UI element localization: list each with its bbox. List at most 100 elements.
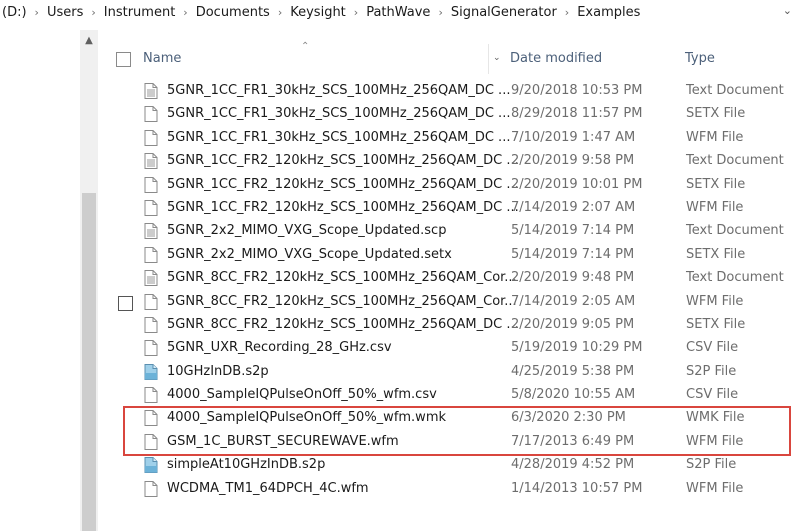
file-date-modified: 1/14/2013 10:57 PM	[511, 480, 643, 496]
file-name: 5GNR_1CC_FR2_120kHz_SCS_100MHz_256QAM_DC…	[167, 199, 519, 215]
file-date-modified: 7/10/2019 1:47 AM	[511, 129, 636, 145]
breadcrumb-item[interactable]: Keysight	[288, 5, 348, 20]
file-row[interactable]: simpleAt10GHzInDB.s2p 4/28/2019 4:52 PM S2…	[98, 454, 796, 477]
file-row[interactable]: 5GNR_1CC_FR1_30kHz_SCS_100MHz_256QAM_DC …	[98, 127, 796, 150]
file-name: 5GNR_1CC_FR1_30kHz_SCS_100MHz_256QAM_DC …	[167, 83, 511, 98]
file-name: 5GNR_1CC_FR1_30kHz_SCS_100MHz_256QAM_DC …	[167, 129, 511, 145]
file-row[interactable]: 5GNR_2x2_MIMO_VXG_Scope_Updated.setx 5/14…	[98, 244, 796, 267]
address-dropdown-icon[interactable]: ⌄	[783, 4, 792, 17]
column-header-type[interactable]: Type	[685, 51, 715, 66]
file-icon	[144, 316, 158, 333]
breadcrumb-separator-icon[interactable]: ›	[348, 6, 364, 19]
file-row[interactable]: 5GNR_2x2_MIMO_VXG_Scope_Updated.scp 5/14/…	[98, 220, 796, 243]
column-divider[interactable]	[488, 44, 489, 74]
file-name: 10GHzInDB.s2p	[167, 363, 269, 379]
file-row[interactable]: 5GNR_UXR_Recording_28_GHz.csv 5/19/2019 1…	[98, 337, 796, 360]
file-date-modified: 4/25/2019 5:38 PM	[511, 363, 635, 379]
breadcrumb-item[interactable]: Documents	[194, 5, 272, 20]
file-row[interactable]: 5GNR_1CC_FR1_30kHz_SCS_100MHz_256QAM_DC …	[98, 103, 796, 126]
column-header: Name ⌃ ⌄ Date modified Type	[98, 41, 796, 74]
file-row[interactable]: 5GNR_1CC_FR2_120kHz_SCS_100MHz_256QAM_DC…	[98, 174, 796, 197]
file-row[interactable]: 5GNR_1CC_FR2_120kHz_SCS_100MHz_256QAM_DC…	[98, 150, 796, 173]
file-name: 5GNR_8CC_FR2_120kHz_SCS_100MHz_256QAM_DC…	[167, 316, 519, 332]
file-date-modified: 5/14/2019 7:14 PM	[511, 246, 635, 262]
file-icon	[144, 433, 158, 450]
file-icon	[144, 246, 158, 263]
file-name: 5GNR_1CC_FR1_30kHz_SCS_100MHz_256QAM_DC …	[167, 106, 511, 122]
file-date-modified: 7/14/2019 2:07 AM	[511, 199, 636, 215]
file-date-modified: 5/19/2019 10:29 PM	[511, 340, 643, 356]
file-icon	[144, 480, 158, 497]
file-row[interactable]: 5GNR_1CC_FR1_30kHz_SCS_100MHz_256QAM_DC …	[98, 80, 796, 103]
file-type: CSV File	[686, 387, 739, 403]
file-row[interactable]: 4000_SampleIQPulseOnOff_50%_wfm.wmk 6/3/2…	[98, 407, 796, 430]
breadcrumb-separator-icon[interactable]: ›	[29, 6, 45, 19]
file-type: SETX File	[686, 176, 746, 192]
file-row[interactable]: 4000_SampleIQPulseOnOff_50%_wfm.csv 5/8/2…	[98, 384, 796, 407]
file-date-modified: 2/20/2019 9:05 PM	[511, 316, 635, 332]
breadcrumb-separator-icon[interactable]: ›	[272, 6, 288, 19]
text-file-icon	[144, 153, 158, 170]
file-type: WFM File	[686, 199, 744, 215]
file-name: 5GNR_8CC_FR2_120kHz_SCS_100MHz_256QAM_Co…	[167, 270, 517, 286]
file-name: 5GNR_8CC_FR2_120kHz_SCS_100MHz_256QAM_Co…	[167, 293, 517, 309]
file-row[interactable]: 5GNR_8CC_FR2_120kHz_SCS_100MHz_256QAM_Co…	[98, 291, 796, 314]
breadcrumb-item[interactable]: SignalGenerator	[449, 5, 559, 20]
file-name: GSM_1C_BURST_SECUREWAVE.wfm	[167, 433, 399, 449]
file-row[interactable]: 5GNR_1CC_FR2_120kHz_SCS_100MHz_256QAM_DC…	[98, 197, 796, 220]
column-header-date-modified[interactable]: Date modified	[510, 51, 602, 66]
file-type: WFM File	[686, 293, 744, 309]
file-date-modified: 9/20/2018 10:53 PM	[511, 83, 643, 98]
file-icon	[144, 410, 158, 427]
file-name: simpleAt10GHzInDB.s2p	[167, 457, 326, 473]
file-icon	[144, 176, 158, 193]
file-type: Text Document	[686, 83, 784, 98]
breadcrumb: (D:) › Users › Instrument › Documents › Keysight…	[0, 0, 796, 24]
file-type: SETX File	[686, 246, 746, 262]
file-list: 5GNR_1CC_FR1_30kHz_SCS_100MHz_256QAM_DC …	[98, 80, 796, 501]
s2p-file-icon	[144, 363, 158, 380]
file-row[interactable]: 5GNR_8CC_FR2_120kHz_SCS_100MHz_256QAM_DC…	[98, 314, 796, 337]
file-name: 5GNR_UXR_Recording_28_GHz.csv	[167, 340, 392, 356]
file-icon	[144, 293, 158, 310]
file-name: 4000_SampleIQPulseOnOff_50%_wfm.csv	[167, 387, 437, 403]
scroll-thumb[interactable]	[82, 193, 96, 531]
file-date-modified: 5/14/2019 7:14 PM	[511, 223, 635, 239]
file-date-modified: 4/28/2019 4:52 PM	[511, 457, 635, 473]
file-row[interactable]: 5GNR_8CC_FR2_120kHz_SCS_100MHz_256QAM_Co…	[98, 267, 796, 290]
file-type: SETX File	[686, 106, 746, 122]
file-type: WFM File	[686, 480, 744, 496]
breadcrumb-item[interactable]: Users	[45, 5, 85, 20]
file-type: Text Document	[686, 270, 784, 286]
row-checkbox[interactable]	[118, 295, 133, 311]
breadcrumb-item[interactable]: (D:)	[0, 5, 29, 20]
file-name: 5GNR_2x2_MIMO_VXG_Scope_Updated.scp	[167, 223, 447, 239]
text-file-icon	[144, 270, 158, 287]
file-row[interactable]: WCDMA_TM1_64DPCH_4C.wfm 1/14/2013 10:57 P…	[98, 478, 796, 501]
file-type: WMK File	[686, 410, 745, 426]
s2p-file-icon	[144, 457, 158, 474]
file-name: WCDMA_TM1_64DPCH_4C.wfm	[167, 480, 369, 496]
file-date-modified: 2/20/2019 10:01 PM	[511, 176, 643, 192]
file-row[interactable]: GSM_1C_BURST_SECUREWAVE.wfm 7/17/2013 6:4…	[98, 431, 796, 454]
scroll-up-arrow-icon[interactable]: ▲	[80, 30, 98, 50]
vertical-scrollbar[interactable]: ▲	[80, 30, 98, 531]
text-file-icon	[144, 223, 158, 240]
breadcrumb-item[interactable]: PathWave	[364, 5, 432, 20]
breadcrumb-separator-icon[interactable]: ›	[177, 6, 193, 19]
breadcrumb-separator-icon[interactable]: ›	[432, 6, 448, 19]
file-row[interactable]: 10GHzInDB.s2p 4/25/2019 5:38 PM S2P File	[98, 361, 796, 384]
chevron-down-icon[interactable]: ⌄	[493, 53, 501, 63]
file-type: WFM File	[686, 433, 744, 449]
breadcrumb-separator-icon[interactable]: ›	[85, 6, 101, 19]
file-type: SETX File	[686, 316, 746, 332]
column-header-name[interactable]: Name	[143, 51, 181, 66]
breadcrumb-item[interactable]: Examples	[575, 5, 642, 20]
breadcrumb-separator-icon[interactable]: ›	[559, 6, 575, 19]
select-all-checkbox[interactable]	[116, 52, 131, 67]
breadcrumb-item[interactable]: Instrument	[102, 5, 178, 20]
sort-ascending-icon: ⌃	[301, 41, 310, 52]
file-date-modified: 7/14/2019 2:05 AM	[511, 293, 636, 309]
file-type: Text Document	[686, 223, 784, 239]
file-date-modified: 8/29/2018 11:57 PM	[511, 106, 643, 122]
